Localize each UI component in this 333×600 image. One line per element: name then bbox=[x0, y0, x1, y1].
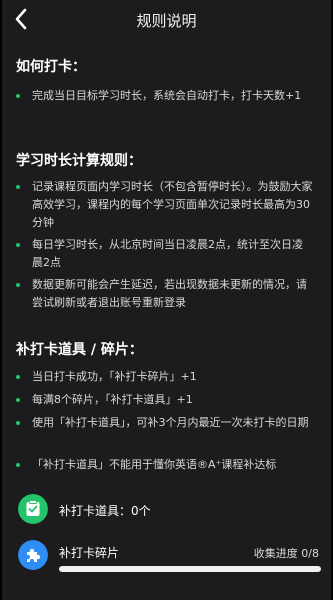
props-count-label: 补打卡道具：0个 bbox=[59, 504, 151, 518]
list-item: 每日学习时长，从北京时间当日凌晨2点，统计至次日凌晨2点 bbox=[16, 236, 313, 272]
puzzle-piece-icon bbox=[18, 540, 48, 570]
bullet-icon bbox=[16, 463, 20, 467]
nav-bar: 规则说明 bbox=[2, 0, 331, 38]
list-item: 完成当日目标学习时长，系统会自动打卡，打卡天数+1 bbox=[16, 87, 313, 105]
list-item: 当日打卡成功，「补打卡碎片」+1 bbox=[16, 368, 313, 386]
rules-page: 规则说明 如何打卡： 完成当日目标学习时长，系统会自动打卡，打卡天数+1 学习时… bbox=[2, 0, 331, 600]
progress-bar bbox=[59, 566, 321, 572]
bullet-icon bbox=[16, 243, 20, 247]
bullet-icon bbox=[16, 398, 20, 402]
bullet-icon bbox=[16, 94, 20, 98]
bullet-icon bbox=[16, 375, 20, 379]
fragments-label: 补打卡碎片 bbox=[59, 546, 120, 560]
section-title-duration-rules: 学习时长计算规则： bbox=[16, 153, 142, 169]
list-item: 使用「补打卡道具」，可补3个月内最近一次未打卡的日期 bbox=[16, 414, 313, 432]
progress-text: 收集进度 0/8 bbox=[253, 547, 319, 560]
bullet-icon bbox=[16, 283, 20, 287]
list-item: 「补打卡道具」不能用于懂你英语®A⁺课程补达标 bbox=[16, 456, 313, 474]
bullet-icon bbox=[16, 185, 20, 189]
section-title-makeup-props: 补打卡道具 / 碎片： bbox=[16, 342, 143, 358]
bullet-icon bbox=[16, 421, 20, 425]
check-badge-icon bbox=[18, 494, 48, 524]
page-title: 规则说明 bbox=[136, 12, 197, 30]
list-item: 数据更新可能会产生延迟，若出现数据未更新的情况，请尝试刷新或者退出账号重新登录 bbox=[16, 276, 313, 312]
list-item: 每满8个碎片，「补打卡道具」+1 bbox=[16, 391, 313, 409]
list-item: 记录课程页面内学习时长（不包含暂停时长）。为鼓励大家高效学习，课程内的每个学习页… bbox=[16, 178, 313, 232]
section-title-how-to-check-in: 如何打卡： bbox=[16, 59, 86, 75]
